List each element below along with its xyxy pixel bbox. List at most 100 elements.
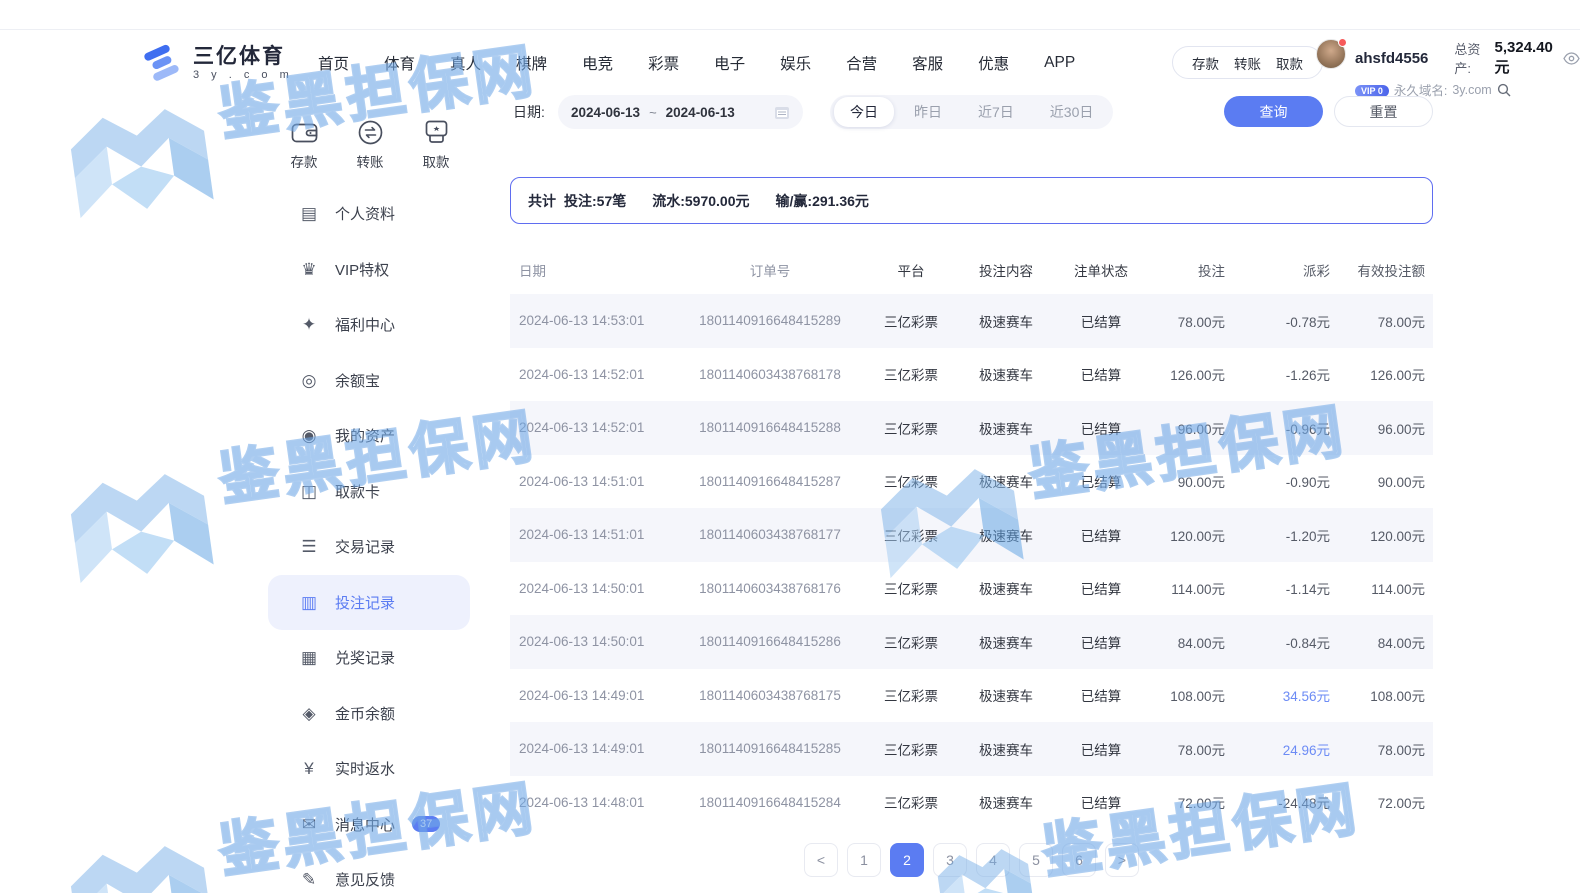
sidebar-menu-item[interactable]: ✦ 福利中心 [268,297,470,353]
logo-text: 三亿体育 3 y . c o m [193,45,293,81]
page-number-button[interactable]: 5 [1019,843,1053,877]
cell-platform: 三亿彩票 [865,348,957,402]
date-range-chip[interactable]: 昨日 [898,97,958,127]
page-number-button[interactable]: 4 [976,843,1010,877]
sidebar-menu-item[interactable]: ¥ 实时返水 [268,741,470,797]
calendar-icon[interactable] [774,105,790,120]
date-range-chip[interactable]: 近7日 [962,97,1030,127]
cell-date: 2024-06-13 14:49:01 [510,669,675,723]
cell-date: 2024-06-13 14:50:01 [510,562,675,616]
summary-turnover: 流水:5970.00元 [652,191,749,211]
query-button[interactable]: 查询 [1224,96,1323,127]
username: ahsfd4556 [1355,50,1428,67]
cell-content: 极速赛车 [957,722,1055,776]
nav-item[interactable]: 彩票 [648,52,679,74]
quick-deposit-button[interactable]: 存款 [280,120,328,171]
cell-status: 已结算 [1055,401,1147,455]
search-icon[interactable] [1497,83,1511,97]
page-number-button[interactable]: 2 [890,843,924,877]
user-info: ahsfd4556 总资产: 5,324.40元 VIP 0 永久域名: 3y.… [1355,39,1580,99]
cell-order: 1801140916648415287 [675,455,865,509]
wallet-actions-pill: 存款 转账 取款 [1172,46,1323,79]
cell-platform: 三亿彩票 [865,508,957,562]
cell-valid: 78.00元 [1338,294,1433,348]
deposit-wallet-icon [291,120,318,145]
quick-withdraw-label: 取款 [423,151,450,171]
nav-item[interactable]: 棋牌 [516,52,547,74]
cell-payout: -0.84元 [1233,615,1338,669]
sidebar-item-icon: ☰ [298,538,320,555]
page-number-button[interactable]: 6 [1062,843,1096,877]
col-header-platform: 平台 [865,245,957,294]
nav-item[interactable]: 体育 [384,52,415,74]
cell-content: 极速赛车 [957,455,1055,509]
sidebar-menu-item[interactable]: ◫ 取款卡 [268,464,470,520]
nav-item[interactable]: 娱乐 [780,52,811,74]
date-range-input[interactable]: 2024-06-13 ~ 2024-06-13 [558,95,803,129]
sidebar-menu-item[interactable]: ◉ 我的资产 [268,408,470,464]
withdraw-link[interactable]: 取款 [1276,53,1303,73]
sidebar-menu-item[interactable]: ▤ 个人资料 [268,186,470,242]
sidebar-menu-item[interactable]: ☰ 交易记录 [268,519,470,575]
quick-transfer-button[interactable]: 转账 [346,120,394,171]
cell-platform: 三亿彩票 [865,455,957,509]
summary-total-label: 共计 [528,191,556,211]
nav-item[interactable]: 客服 [912,52,943,74]
table-row: 2024-06-13 14:48:01 1801140916648415284 … [510,776,1433,830]
user-line-1: ahsfd4556 总资产: 5,324.40元 [1355,39,1580,77]
sidebar-menu-item[interactable]: ◈ 金币余额 [268,686,470,742]
cell-date: 2024-06-13 14:50:01 [510,615,675,669]
cell-bet: 114.00元 [1147,562,1233,616]
quick-withdraw-button[interactable]: 取款 [412,120,460,171]
sidebar-menu-item[interactable]: ✉ 消息中心 37 [268,797,470,853]
sidebar-item-icon: ◈ [298,705,320,722]
table-row: 2024-06-13 14:50:01 1801140603438768176 … [510,562,1433,616]
col-header-payout: 派彩 [1233,245,1338,294]
eye-icon[interactable] [1563,52,1580,65]
table-row: 2024-06-13 14:51:01 1801140603438768177 … [510,508,1433,562]
quick-range-strip: 今日昨日近7日近30日 [830,95,1113,129]
cell-bet: 90.00元 [1147,455,1233,509]
cell-bet: 72.00元 [1147,776,1233,830]
sidebar-menu-item[interactable]: ✎ 意见反馈 [268,852,470,893]
transfer-link[interactable]: 转账 [1234,53,1261,73]
reset-button[interactable]: 重置 [1334,96,1433,127]
sidebar-menu-item[interactable]: ▦ 兑奖记录 [268,630,470,686]
sidebar-item-label: 消息中心 [335,814,395,835]
col-header-order: 订单号 [675,245,865,294]
nav-item[interactable]: 真人 [450,52,481,74]
avatar[interactable] [1316,39,1346,69]
cell-content: 极速赛车 [957,669,1055,723]
sidebar-menu-item[interactable]: ▥ 投注记录 [268,575,470,631]
cell-status: 已结算 [1055,455,1147,509]
cell-payout: -0.90元 [1233,455,1338,509]
nav-item[interactable]: APP [1044,54,1075,72]
nav-item[interactable]: 首页 [318,52,349,74]
main-nav: 首页 体育 真人 棋牌 电竞 彩票 电子 娱乐 合营 客服 优惠 APP [318,31,1075,95]
next-page-button[interactable]: > [1105,843,1139,877]
deposit-link[interactable]: 存款 [1192,53,1219,73]
site-logo[interactable]: 三亿体育 3 y . c o m [138,40,293,86]
table-row: 2024-06-13 14:50:01 1801140916648415286 … [510,615,1433,669]
page-number-button[interactable]: 1 [847,843,881,877]
page-number-button[interactable]: 3 [933,843,967,877]
cell-content: 极速赛车 [957,776,1055,830]
nav-item[interactable]: 电竞 [582,52,613,74]
nav-item[interactable]: 电子 [714,52,745,74]
table-row: 2024-06-13 14:51:01 1801140916648415287 … [510,455,1433,509]
date-range-chip[interactable]: 今日 [834,97,894,127]
date-range-chip[interactable]: 近30日 [1034,97,1110,127]
cell-order: 1801140916648415285 [675,722,865,776]
cell-status: 已结算 [1055,562,1147,616]
watermark-logo-icon [64,834,216,893]
date-label: 日期: [513,102,545,122]
date-from-value: 2024-06-13 [571,105,640,120]
top-strip [0,0,1580,30]
table-row: 2024-06-13 14:53:01 1801140916648415289 … [510,294,1433,348]
nav-item[interactable]: 合营 [846,52,877,74]
nav-item[interactable]: 优惠 [978,52,1009,74]
sidebar-menu-item[interactable]: ◎ 余额宝 [268,353,470,409]
quick-deposit-label: 存款 [291,151,318,171]
sidebar-menu-item[interactable]: ♛ VIP特权 [268,242,470,298]
prev-page-button[interactable]: < [804,843,838,877]
